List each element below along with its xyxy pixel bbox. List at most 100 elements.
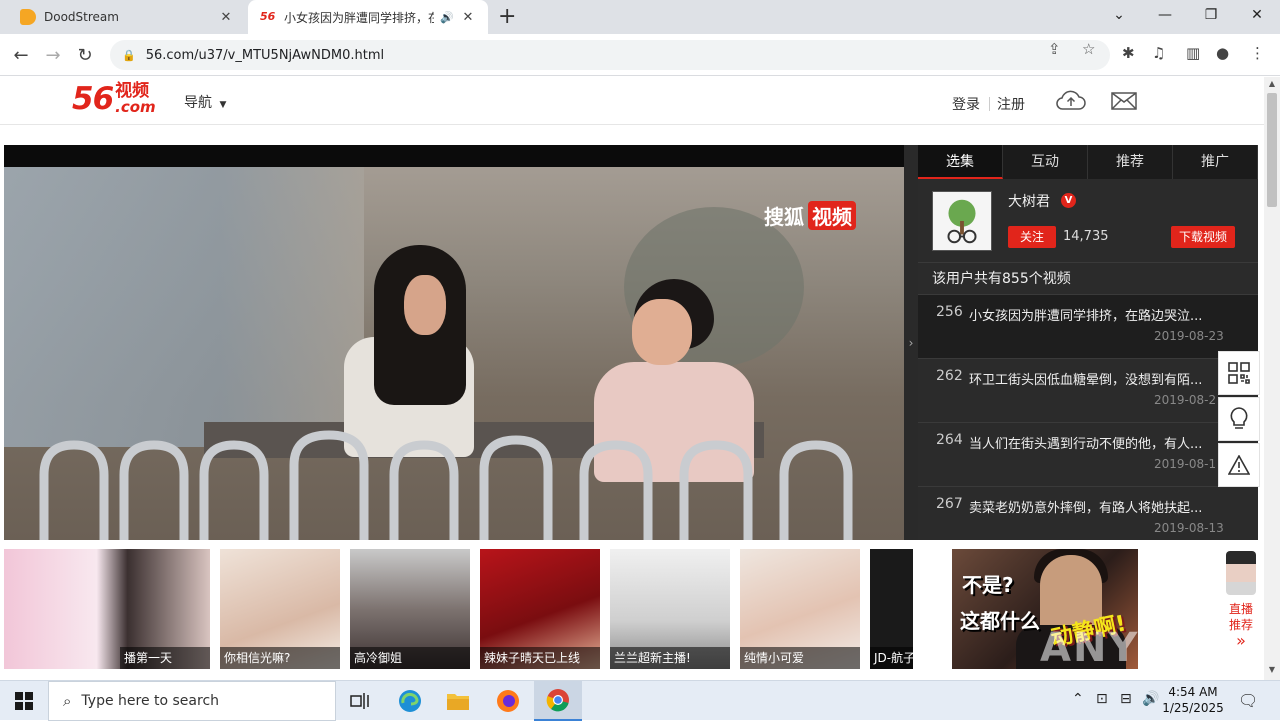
chrome-icon[interactable] <box>534 681 582 721</box>
recommendation-thumbnail[interactable]: 纯情小可爱 <box>740 549 860 669</box>
tray-overflow-chevron-icon[interactable]: ⌃ <box>1072 691 1084 707</box>
firefox-icon[interactable] <box>484 681 532 721</box>
qr-code-icon[interactable] <box>1218 351 1260 395</box>
live-recommend-widget[interactable]: 直播 推荐 » <box>1222 551 1260 649</box>
tab-title: 小女孩因为胖遭同学排挤，在路边哭泣… <box>284 10 435 25</box>
video-list-item[interactable]: 267 卖菜老奶奶意外摔倒，有路人将她扶起... 2019-08-13 <box>918 487 1258 540</box>
browser-tab-strip: DoodStream ✕ 56 小女孩因为胖遭同学排挤，在路边哭泣… 🔊 ✕ +… <box>0 0 1280 34</box>
thumbnail-caption: 纯情小可爱 <box>740 647 860 669</box>
follow-button[interactable]: 关注 <box>1008 226 1056 248</box>
video-scene-building <box>4 167 364 447</box>
video-scene-person <box>632 299 692 365</box>
register-link[interactable]: 注册 <box>997 94 1025 114</box>
tab-56-video[interactable]: 56 小女孩因为胖遭同学排挤，在路边哭泣… 🔊 ✕ <box>248 0 488 34</box>
share-icon[interactable]: ⇪ <box>1048 40 1061 58</box>
search-icon: ⌕ <box>63 692 72 710</box>
tab-search-icon[interactable]: ⌄ <box>1096 0 1142 30</box>
sohu-video-watermark: 搜狐 视频 <box>764 201 856 230</box>
recommendation-thumbnail[interactable]: 你相信光嘛? <box>220 549 340 669</box>
panel-collapse-arrow-icon[interactable]: › <box>904 145 918 540</box>
page-scrollbar[interactable]: ▲ ▼ <box>1264 77 1280 680</box>
taskbar-clock[interactable]: 4:54 AM 1/25/2025 <box>1160 684 1226 716</box>
live-recommend-label: 直播 <box>1228 602 1253 616</box>
recommendation-thumbnail[interactable]: 播第一天 <box>4 549 210 669</box>
close-tab-icon[interactable]: ✕ <box>218 10 234 25</box>
notification-icon[interactable]: 🗨 <box>1238 691 1258 710</box>
uploader-card: 大树君 V 关注 14,735 下载视频 <box>918 179 1258 263</box>
video-date: 2019-08-2 <box>1154 393 1217 407</box>
restore-icon[interactable]: ❐ <box>1188 0 1234 30</box>
reload-icon[interactable]: ↻ <box>72 42 98 68</box>
video-list-item[interactable]: 264 当人们在街头遇到行动不便的他，有人... 2019-08-1 <box>918 423 1258 487</box>
recommendation-thumbnail[interactable]: 兰兰超新主播! <box>610 549 730 669</box>
upload-cloud-icon[interactable] <box>1056 89 1086 111</box>
tab-recommend[interactable]: 推荐 <box>1088 145 1173 179</box>
uploader-avatar[interactable] <box>932 191 992 251</box>
media-control-icon[interactable]: ♫ <box>1152 44 1165 62</box>
site-logo[interactable]: 56 视频 .com <box>72 83 156 116</box>
divider <box>989 97 990 111</box>
logo-domain: .com <box>115 98 156 116</box>
follower-count: 14,735 <box>1063 229 1109 244</box>
back-icon[interactable]: ← <box>8 42 34 68</box>
recommendation-thumbnail[interactable]: JD-航子 <box>870 549 913 669</box>
file-explorer-icon[interactable] <box>434 681 482 721</box>
tab-promotion[interactable]: 推广 <box>1173 145 1258 179</box>
recommendation-thumbnail[interactable]: 高冷御姐 <box>350 549 470 669</box>
video-list-item[interactable]: 256 小女孩因为胖遭同学排挤，在路边哭泣... 2019-08-23 <box>918 295 1258 359</box>
close-tab-icon[interactable]: ✕ <box>460 10 476 25</box>
windows-taskbar: ⌕ Type here to search ⌃ ⊡ ⊟ 🔊 4:54 AM 1/… <box>0 680 1280 721</box>
recommendation-thumbnail[interactable]: 辣妹子晴天已上线 <box>480 549 600 669</box>
side-panel-icon[interactable]: ▥ <box>1186 44 1200 62</box>
task-view-icon[interactable] <box>336 681 384 721</box>
uploader-name[interactable]: 大树君 <box>1008 191 1050 211</box>
tray-device-icon[interactable]: ⊡ <box>1096 691 1108 707</box>
lock-icon[interactable]: 🔒 <box>122 49 136 62</box>
tab-interaction[interactable]: 互动 <box>1003 145 1088 179</box>
caret-down-icon: ▼ <box>219 100 227 110</box>
volume-icon[interactable]: 🔊 <box>1142 691 1159 707</box>
scroll-up-arrow-icon[interactable]: ▲ <box>1264 79 1280 88</box>
tab-episodes[interactable]: 选集 <box>918 145 1003 179</box>
web-page: 56 视频 .com 导航 ▼ 登录 注册 搜狐 视频 › 选集 互动 推荐 推… <box>0 77 1264 680</box>
bookmark-star-icon[interactable]: ☆ <box>1082 40 1095 58</box>
56-favicon-icon: 56 <box>260 10 276 23</box>
video-frame[interactable]: 搜狐 视频 <box>4 167 904 540</box>
video-date: 2019-08-23 <box>1154 329 1224 343</box>
lightbulb-icon[interactable] <box>1218 397 1260 441</box>
thumbnail-caption: 你相信光嘛? <box>220 647 340 669</box>
browser-menu-icon[interactable]: ⋮ <box>1250 44 1265 62</box>
login-link[interactable]: 登录 <box>952 94 980 114</box>
download-video-button[interactable]: 下载视频 <box>1171 226 1235 248</box>
windows-start-icon[interactable] <box>0 681 48 721</box>
tab-doodstream[interactable]: DoodStream ✕ <box>8 0 246 34</box>
forward-icon[interactable]: → <box>40 42 66 68</box>
taskbar-search[interactable]: ⌕ Type here to search <box>48 681 336 721</box>
video-list-item[interactable]: 262 环卫工街头因低血糖晕倒，没想到有陌... 2019-08-2 <box>918 359 1258 423</box>
profile-icon[interactable]: ● <box>1216 44 1229 62</box>
clock-date: 1/25/2025 <box>1162 701 1224 715</box>
recommendation-strip: 播第一天 你相信光嘛? 高冷御姐 辣妹子晴天已上线 兰兰超新主播! 纯情小可爱 … <box>0 545 1264 675</box>
scrollbar-thumb[interactable] <box>1267 93 1277 207</box>
address-bar[interactable]: 🔒 56.com/u37/v_MTU5NjAwNDM0.html <box>110 40 1110 70</box>
audio-playing-icon[interactable]: 🔊 <box>440 11 454 24</box>
video-scene-fence <box>39 430 853 540</box>
video-player[interactable]: 搜狐 视频 <box>4 145 904 540</box>
nav-menu-label: 导航 <box>184 95 212 111</box>
extensions-icon[interactable]: ✱ <box>1122 44 1135 62</box>
mail-icon[interactable] <box>1111 92 1137 110</box>
scroll-down-arrow-icon[interactable]: ▼ <box>1264 665 1280 674</box>
watermark-brand: 搜狐 <box>764 205 804 229</box>
minimize-icon[interactable]: — <box>1142 0 1188 30</box>
nav-menu[interactable]: 导航 ▼ <box>184 92 226 112</box>
report-warning-icon[interactable] <box>1218 443 1260 487</box>
network-icon[interactable]: ⊟ <box>1120 691 1132 707</box>
video-count-text: 该用户共有855个视频 <box>918 263 1258 295</box>
verified-badge-icon: V <box>1061 193 1076 208</box>
floating-toolbar <box>1218 351 1260 489</box>
new-tab-button[interactable]: + <box>498 4 516 30</box>
video-date: 2019-08-1 <box>1154 457 1217 471</box>
thumbnail-caption: 辣妹子晴天已上线 <box>480 647 600 669</box>
close-window-icon[interactable]: ✕ <box>1234 0 1280 30</box>
edge-icon[interactable] <box>386 681 434 721</box>
